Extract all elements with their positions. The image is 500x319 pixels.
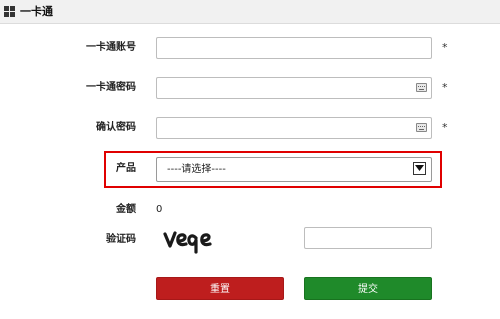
product-label: 产品: [116, 163, 136, 174]
account-input[interactable]: [156, 37, 432, 59]
title-bar: 一卡通: [0, 0, 500, 24]
account-required-mark: *: [442, 41, 448, 54]
password-input[interactable]: [156, 77, 432, 99]
reset-button[interactable]: 重置: [156, 277, 284, 300]
confirm-password-required-mark: *: [442, 121, 448, 134]
one-card-recharge-page: 一卡通 一卡通账号 * 一卡通密码 * 确认密码 * 产品 ----请选择---…: [0, 0, 500, 319]
amount-label: 金额: [116, 204, 136, 215]
captcha-label: 验证码: [106, 234, 136, 245]
password-label: 一卡通密码: [86, 82, 136, 93]
product-select-value: ----请选择----: [167, 164, 226, 175]
confirm-password-label: 确认密码: [96, 122, 136, 133]
account-label: 一卡通账号: [86, 42, 136, 53]
product-select[interactable]: ----请选择----: [156, 157, 432, 182]
submit-button[interactable]: 提交: [304, 277, 432, 300]
amount-value: 0: [156, 204, 163, 215]
keyboard-icon[interactable]: [416, 123, 427, 132]
password-required-mark: *: [442, 81, 448, 94]
confirm-password-input[interactable]: [156, 117, 432, 139]
captcha-image[interactable]: [162, 226, 222, 254]
page-title: 一卡通: [20, 5, 53, 18]
grid-icon: [4, 6, 16, 18]
chevron-down-icon[interactable]: [413, 162, 426, 175]
captcha-input[interactable]: [304, 227, 432, 249]
keyboard-icon[interactable]: [416, 83, 427, 92]
